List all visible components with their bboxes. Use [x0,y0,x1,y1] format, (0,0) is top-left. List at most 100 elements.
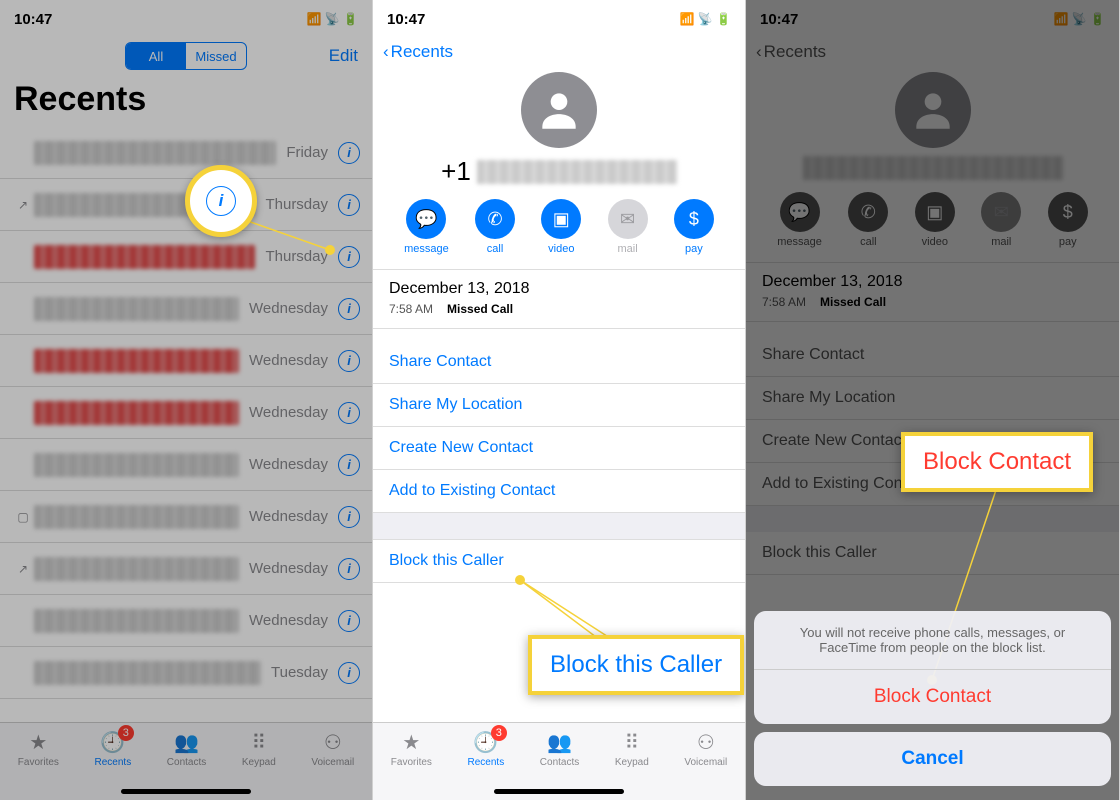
create-contact-link[interactable]: Create New Contact [373,427,745,470]
recents-badge: 3 [118,725,134,741]
tab-favorites[interactable]: ★Favorites [18,729,59,800]
call-time: 7:58 AM [389,302,433,316]
tab-voicemail[interactable]: ⚇Voicemail [311,729,354,800]
mail-icon: ✉ [608,199,648,239]
clock: 10:47 [760,11,798,28]
page-title: Recents [0,74,372,127]
status-bar: 10:47 📶 📡 🔋 [746,0,1119,38]
share-location-link: Share My Location [746,377,1119,420]
phone-icon: ✆ [475,199,515,239]
call-record: December 13, 2018 7:58 AM Missed Call [373,269,745,329]
contacts-icon: 👥 [547,729,573,755]
info-callout: i [185,165,257,237]
contacts-icon: 👥 [174,729,200,755]
info-icon[interactable]: i [338,506,360,528]
block-contact-button[interactable]: Block Contact [754,670,1111,724]
video-icon: ▣ [541,199,581,239]
list-item[interactable]: Wednesdayi [0,335,372,387]
recents-screen: 10:47 📶 📡 🔋 All Missed Edit Recents Frid… [0,0,373,800]
contact-number [746,156,1119,180]
info-icon[interactable]: i [338,298,360,320]
voicemail-icon: ⚇ [693,729,719,755]
voicemail-icon: ⚇ [320,729,346,755]
pay-icon: $ [674,199,714,239]
video-icon: ▢ [16,510,30,524]
list-item[interactable]: ▢Wednesdayi [0,491,372,543]
chevron-left-icon: ‹ [383,42,389,62]
info-icon[interactable]: i [338,610,360,632]
block-contact-callout: Block Contact [901,432,1093,492]
share-contact-link: Share Contact [746,334,1119,377]
contact-number: +1 [373,156,745,187]
cancel-button[interactable]: Cancel [754,732,1111,786]
call-button: ✆call [848,192,888,248]
keypad-icon: ⠿ [619,729,645,755]
message-button[interactable]: 💬message [404,199,449,255]
status-icons: 📶 📡 🔋 [680,12,732,26]
block-confirm-screen: 10:47 📶 📡 🔋 ‹Recents 💬message ✆call ▣vid… [746,0,1120,800]
back-button[interactable]: ‹Recents [373,38,745,66]
tab-favorites[interactable]: ★Favorites [391,729,432,800]
clock-icon: 🕘3 [473,729,499,755]
call-date: December 13, 2018 [389,280,729,298]
mail-button: ✉mail [981,192,1021,248]
segment-all[interactable]: All [126,43,186,69]
share-contact-link[interactable]: Share Contact [373,341,745,384]
info-icon[interactable]: i [338,662,360,684]
info-icon[interactable]: i [338,246,360,268]
video-button[interactable]: ▣video [541,199,581,255]
list-item[interactable]: Wednesdayi [0,387,372,439]
mail-button: ✉mail [608,199,648,255]
status-bar: 10:47 📶 📡 🔋 [373,0,745,38]
share-location-link[interactable]: Share My Location [373,384,745,427]
call-button[interactable]: ✆call [475,199,515,255]
list-item[interactable]: Thursdayi [0,231,372,283]
back-button: ‹Recents [746,38,1119,66]
call-record: December 13, 2018 7:58 AMMissed Call [746,262,1119,322]
recents-badge: 3 [491,725,507,741]
add-existing-link[interactable]: Add to Existing Contact [373,470,745,513]
home-indicator[interactable] [494,789,624,794]
clock: 10:47 [14,11,52,28]
star-icon: ★ [25,729,51,755]
list-item[interactable]: Tuesdayi [0,647,372,699]
clock: 10:47 [387,11,425,28]
info-icon[interactable]: i [338,558,360,580]
message-button: 💬message [777,192,822,248]
avatar [521,72,597,148]
call-type: Missed Call [447,302,513,316]
sheet-message: You will not receive phone calls, messag… [754,611,1111,670]
pay-button[interactable]: $pay [674,199,714,255]
phone-out-icon: ↗ [16,562,30,576]
filter-segmented[interactable]: All Missed [125,42,247,70]
list-item[interactable]: Wednesdayi [0,439,372,491]
info-icon[interactable]: i [338,350,360,372]
info-icon[interactable]: i [338,194,360,216]
block-caller-link: Block this Caller [746,532,1119,575]
chevron-left-icon: ‹ [756,42,762,62]
video-button: ▣video [915,192,955,248]
info-icon[interactable]: i [338,142,360,164]
contact-actions: 💬message ✆call ▣video ✉mail $pay [373,187,745,269]
list-item[interactable]: Wednesdayi [0,283,372,335]
action-sheet: You will not receive phone calls, messag… [754,611,1111,794]
avatar [895,72,971,148]
message-icon: 💬 [406,199,446,239]
edit-button[interactable]: Edit [329,46,358,66]
list-item[interactable]: Wednesdayi [0,595,372,647]
block-caller-callout: Block this Caller [528,635,744,695]
status-icons: 📶 📡 🔋 [1054,12,1106,26]
info-icon: i [206,186,236,216]
keypad-icon: ⠿ [246,729,272,755]
list-item[interactable]: ↗Wednesdayi [0,543,372,595]
home-indicator[interactable] [121,789,251,794]
pay-button: $pay [1048,192,1088,248]
segment-missed[interactable]: Missed [186,43,246,69]
tab-voicemail[interactable]: ⚇Voicemail [684,729,727,800]
info-icon[interactable]: i [338,454,360,476]
contact-detail-screen: 10:47 📶 📡 🔋 ‹Recents +1 💬message ✆call ▣… [373,0,746,800]
info-icon[interactable]: i [338,402,360,424]
phone-out-icon: ↗ [16,198,30,212]
clock-icon: 🕘3 [100,729,126,755]
block-caller-link[interactable]: Block this Caller [373,539,745,583]
